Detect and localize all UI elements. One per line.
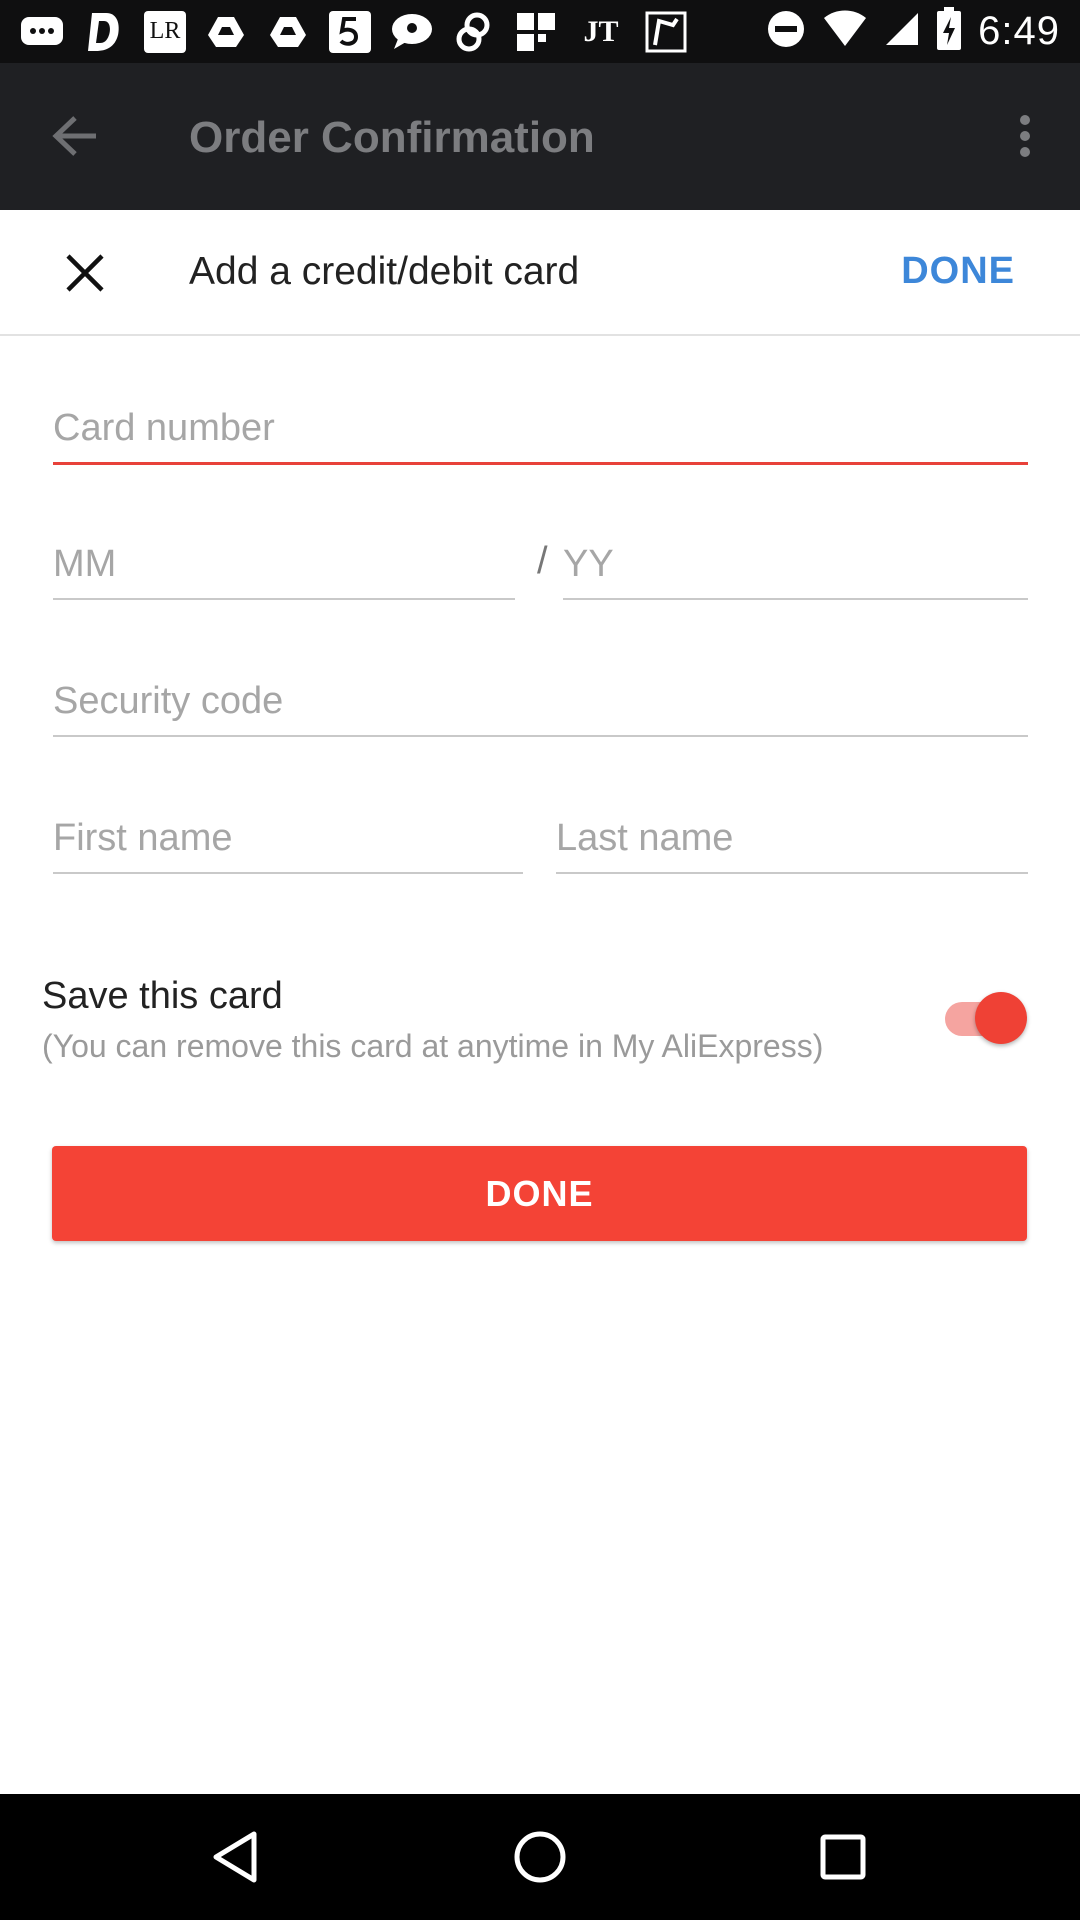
lr-app-icon: LR bbox=[144, 10, 186, 53]
first-name-field bbox=[53, 804, 523, 874]
grid-app-icon bbox=[514, 10, 558, 54]
expiry-month-field bbox=[53, 530, 515, 600]
first-name-input[interactable] bbox=[53, 804, 523, 872]
arrow-back-icon bbox=[52, 116, 96, 156]
header-done-button[interactable]: DONE bbox=[901, 250, 1015, 293]
wifi-icon bbox=[822, 10, 868, 53]
save-card-toggle[interactable] bbox=[945, 992, 1027, 1044]
last-name-field bbox=[556, 804, 1028, 874]
security-code-input[interactable] bbox=[53, 667, 1028, 735]
messages-icon bbox=[20, 10, 64, 54]
card-number-field bbox=[53, 395, 1028, 465]
close-button[interactable] bbox=[55, 243, 115, 303]
do-not-disturb-icon bbox=[766, 9, 806, 54]
notification-icons: LR JT bbox=[20, 10, 688, 54]
drive-icon bbox=[266, 10, 310, 54]
chat-icon bbox=[390, 10, 434, 54]
save-card-title: Save this card bbox=[42, 975, 283, 1017]
expiry-separator: / bbox=[537, 540, 548, 582]
expiry-month-input[interactable] bbox=[53, 530, 515, 598]
expiry-year-field bbox=[563, 530, 1028, 600]
security-code-field bbox=[53, 667, 1028, 737]
done-button[interactable]: DONE bbox=[52, 1146, 1027, 1241]
close-icon bbox=[66, 254, 104, 292]
battery-charging-icon bbox=[936, 7, 962, 56]
navigation-bar bbox=[0, 1794, 1080, 1920]
card-number-input[interactable] bbox=[53, 395, 1028, 462]
save-card-subtitle: (You can remove this card at anytime in … bbox=[42, 1028, 824, 1064]
link-app-icon bbox=[452, 10, 496, 54]
status-time: 6:49 bbox=[978, 9, 1060, 53]
signal-icon bbox=[884, 11, 920, 52]
dialog-header: Add a credit/debit card DONE bbox=[0, 210, 1080, 336]
expiry-year-input[interactable] bbox=[563, 530, 1028, 598]
dialog-title: Add a credit/debit card bbox=[189, 250, 580, 293]
d-app-icon bbox=[82, 10, 126, 54]
last-name-input[interactable] bbox=[556, 804, 1028, 872]
app-bar: Order Confirmation bbox=[0, 63, 1080, 210]
jt-app-icon: JT bbox=[583, 14, 619, 48]
more-options-button[interactable] bbox=[1000, 106, 1050, 166]
map-app-icon bbox=[644, 10, 688, 54]
back-button[interactable] bbox=[40, 106, 110, 166]
five-app-icon bbox=[328, 10, 372, 54]
more-vert-icon bbox=[1020, 115, 1030, 157]
system-status: 6:49 bbox=[766, 7, 1060, 56]
status-bar: LR JT 6:49 bbox=[0, 0, 1080, 63]
page-title: Order Confirmation bbox=[189, 113, 595, 162]
nav-home-button[interactable] bbox=[505, 1822, 575, 1892]
triangle-back-icon bbox=[213, 1831, 257, 1883]
toggle-thumb bbox=[975, 992, 1027, 1044]
square-recents-icon bbox=[820, 1834, 866, 1880]
nav-back-button[interactable] bbox=[200, 1822, 270, 1892]
drive-icon bbox=[204, 10, 248, 54]
circle-home-icon bbox=[514, 1831, 566, 1883]
nav-recents-button[interactable] bbox=[808, 1822, 878, 1892]
